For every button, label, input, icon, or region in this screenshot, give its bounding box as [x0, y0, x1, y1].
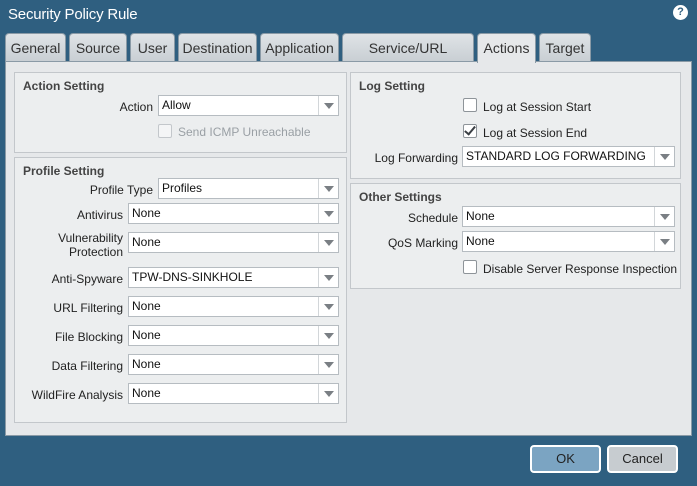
wildfire-select[interactable]: None [128, 383, 339, 404]
url-filtering-value: None [132, 299, 161, 313]
log-setting-legend: Log Setting [359, 79, 425, 93]
file-blocking-label: File Blocking [54, 330, 123, 344]
other-settings-group: Other Settings Schedule None QoS Marking… [350, 183, 681, 289]
action-label: Action [119, 100, 153, 114]
wildfire-value: None [132, 386, 161, 400]
checkmark-icon [464, 123, 476, 136]
log-setting-group: Log Setting Log at Session Start Log at … [350, 72, 681, 179]
tab-destination[interactable]: Destination [178, 33, 257, 62]
action-select-value: Allow [162, 98, 191, 112]
tab-bar: General Source User Destination Applicat… [5, 33, 695, 84]
antispyware-select[interactable]: TPW-DNS-SINKHOLE [128, 267, 339, 288]
ok-button[interactable]: OK [530, 445, 601, 473]
cancel-button[interactable]: Cancel [607, 445, 678, 473]
chevron-down-icon[interactable] [318, 297, 338, 316]
chevron-down-icon[interactable] [318, 355, 338, 374]
log-session-end-checkbox[interactable] [463, 123, 477, 138]
data-filtering-value: None [132, 357, 161, 371]
dialog-titlebar: Security Policy Rule ? [0, 0, 697, 30]
send-icmp-checkbox [158, 124, 172, 138]
tab-source[interactable]: Source [69, 33, 127, 62]
profile-type-value: Profiles [162, 181, 203, 195]
action-select[interactable]: Allow [158, 95, 339, 116]
dialog-title: Security Policy Rule [8, 6, 138, 23]
send-icmp-label: Send ICMP Unreachable [178, 125, 311, 139]
qos-marking-value: None [466, 234, 495, 248]
chevron-down-icon[interactable] [318, 179, 338, 198]
chevron-down-icon[interactable] [654, 147, 674, 166]
qos-marking-select[interactable]: None [462, 231, 675, 252]
antivirus-value: None [132, 206, 161, 220]
chevron-down-icon[interactable] [318, 233, 338, 252]
tab-service-url-category[interactable]: Service/URL Category [342, 33, 474, 84]
disable-sri-label: Disable Server Response Inspection [483, 262, 678, 276]
disable-sri-checkbox[interactable] [463, 260, 477, 274]
data-filtering-label: Data Filtering [51, 359, 123, 373]
profile-type-select[interactable]: Profiles [158, 178, 339, 199]
vulnerability-label-line2: Protection [68, 245, 123, 259]
antispyware-label: Anti-Spyware [51, 272, 123, 286]
chevron-down-icon[interactable] [318, 326, 338, 345]
vulnerability-value: None [132, 235, 161, 249]
chevron-down-icon[interactable] [654, 207, 674, 226]
antivirus-select[interactable]: None [128, 203, 339, 224]
log-session-start-checkbox[interactable] [463, 98, 477, 112]
tab-target[interactable]: Target [539, 33, 591, 62]
log-session-start-label: Log at Session Start [483, 100, 592, 114]
vulnerability-select[interactable]: None [128, 232, 339, 253]
schedule-value: None [466, 209, 495, 223]
url-filtering-label: URL Filtering [53, 301, 123, 315]
antispyware-value: TPW-DNS-SINKHOLE [132, 270, 253, 284]
chevron-down-icon[interactable] [318, 268, 338, 287]
tab-general[interactable]: General [5, 33, 66, 62]
log-forwarding-select[interactable]: STANDARD LOG FORWARDING [462, 146, 675, 167]
log-session-end-label: Log at Session End [483, 126, 588, 140]
file-blocking-value: None [132, 328, 161, 342]
tab-application[interactable]: Application [260, 33, 339, 62]
profile-setting-group: Profile Setting Profile Type Profiles An… [14, 157, 347, 423]
log-forwarding-value: STANDARD LOG FORWARDING [466, 149, 646, 163]
vulnerability-label-line1: Vulnerability [58, 231, 123, 245]
chevron-down-icon[interactable] [318, 204, 338, 223]
url-filtering-select[interactable]: None [128, 296, 339, 317]
log-forwarding-label: Log Forwarding [374, 151, 458, 165]
data-filtering-select[interactable]: None [128, 354, 339, 375]
antivirus-label: Antivirus [76, 208, 123, 222]
file-blocking-select[interactable]: None [128, 325, 339, 346]
actions-panel: Action Setting Action Allow Send ICMP Un… [5, 61, 692, 436]
schedule-label: Schedule [407, 211, 458, 225]
chevron-down-icon[interactable] [654, 232, 674, 251]
other-settings-legend: Other Settings [359, 190, 442, 204]
chevron-down-icon[interactable] [318, 96, 338, 115]
help-icon[interactable]: ? [673, 5, 688, 20]
profile-setting-legend: Profile Setting [23, 164, 105, 178]
tab-user[interactable]: User [130, 33, 175, 62]
tab-actions[interactable]: Actions [477, 33, 536, 63]
profile-type-label: Profile Type [89, 183, 153, 197]
schedule-select[interactable]: None [462, 206, 675, 227]
action-setting-legend: Action Setting [23, 79, 105, 93]
chevron-down-icon[interactable] [318, 384, 338, 403]
qos-marking-label: QoS Marking [387, 236, 458, 250]
wildfire-label: WildFire Analysis [31, 388, 123, 402]
action-setting-group: Action Setting Action Allow Send ICMP Un… [14, 72, 347, 153]
